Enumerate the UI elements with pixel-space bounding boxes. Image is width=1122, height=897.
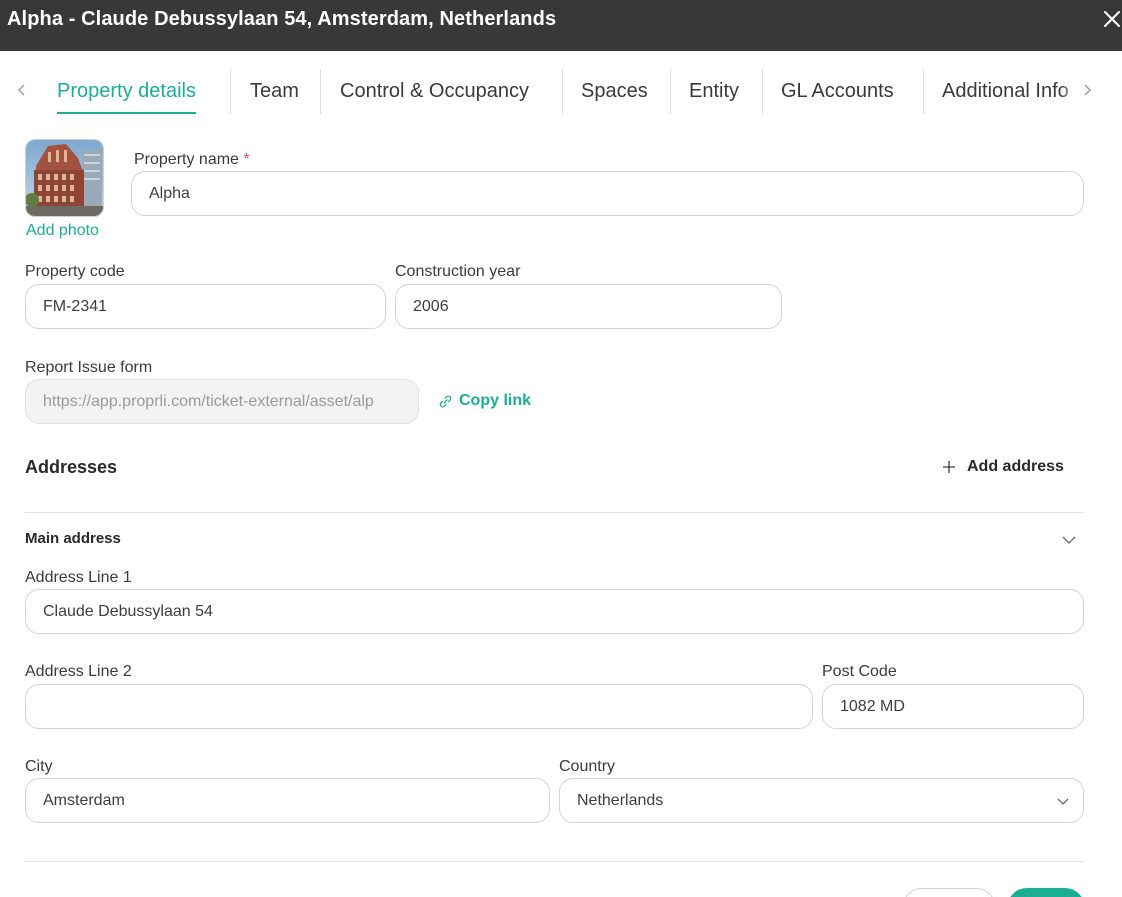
report-issue-label: Report Issue form [25, 359, 153, 376]
save-button[interactable] [1007, 888, 1085, 897]
city-label: City [25, 758, 53, 775]
add-address-label: Add address [967, 458, 1064, 475]
property-name-input[interactable]: Alpha [131, 171, 1084, 216]
property-photo[interactable] [25, 139, 104, 217]
report-issue-url-field: https://app.proprli.com/ticket-external/… [25, 379, 419, 424]
city-input[interactable]: Amsterdam [25, 778, 550, 823]
copy-link-label: Copy link [459, 392, 532, 409]
tab-divider [670, 69, 671, 114]
tab-control-occupancy[interactable]: Control & Occupancy [340, 68, 529, 114]
add-photo-link[interactable]: Add photo [26, 222, 99, 240]
country-select[interactable]: Netherlands [559, 778, 1084, 823]
address-line1-label: Address Line 1 [25, 569, 132, 586]
address-line2-label: Address Line 2 [25, 663, 132, 680]
dialog-title: Alpha - Claude Debussylaan 54, Amsterdam… [7, 8, 557, 30]
chevron-down-icon [1057, 798, 1069, 805]
construction-year-label: Construction year [395, 263, 521, 280]
post-code-input[interactable]: 1082 MD [822, 684, 1084, 729]
building-photo-image [26, 140, 103, 216]
tab-property-details[interactable]: Property details [57, 68, 196, 114]
construction-year-input[interactable]: 2006 [395, 284, 782, 329]
tab-divider [230, 69, 231, 114]
tab-overflow-fade [1060, 68, 1082, 114]
tab-spaces[interactable]: Spaces [581, 68, 648, 114]
tabs-scroll-right-icon[interactable] [1081, 83, 1093, 97]
tab-bar: Property details Team Control & Occupanc… [0, 68, 1122, 114]
post-code-label: Post Code [822, 663, 897, 680]
active-tab-underline [57, 112, 196, 114]
tabs-scroll-left-icon[interactable] [16, 83, 28, 97]
tab-divider [562, 69, 563, 114]
tab-gl-accounts[interactable]: GL Accounts [781, 68, 894, 114]
address-line1-input[interactable]: Claude Debussylaan 54 [25, 589, 1084, 634]
section-divider [25, 512, 1084, 513]
main-address-title: Main address [25, 530, 121, 547]
address-line2-input[interactable] [25, 684, 813, 729]
property-code-input[interactable]: FM-2341 [25, 284, 386, 329]
tab-team[interactable]: Team [250, 68, 299, 114]
chevron-down-icon [1062, 536, 1076, 544]
dialog-titlebar: Alpha - Claude Debussylaan 54, Amsterdam… [0, 0, 1122, 51]
tab-entity[interactable]: Entity [689, 68, 739, 114]
addresses-heading: Addresses [25, 457, 118, 477]
tab-divider [320, 69, 321, 114]
required-asterisk: * [243, 151, 250, 168]
footer-divider [25, 861, 1084, 862]
link-icon [439, 395, 452, 408]
property-code-label: Property code [25, 263, 125, 280]
tab-divider [923, 69, 924, 114]
property-name-label: Property name * [134, 151, 250, 168]
country-label: Country [559, 758, 616, 775]
tab-divider [762, 69, 763, 114]
close-icon[interactable] [1101, 8, 1122, 30]
plus-icon [943, 461, 955, 473]
main-address-header[interactable]: Main address [25, 530, 1084, 550]
country-selected-value: Netherlands [577, 792, 664, 809]
cancel-button[interactable] [902, 888, 996, 897]
